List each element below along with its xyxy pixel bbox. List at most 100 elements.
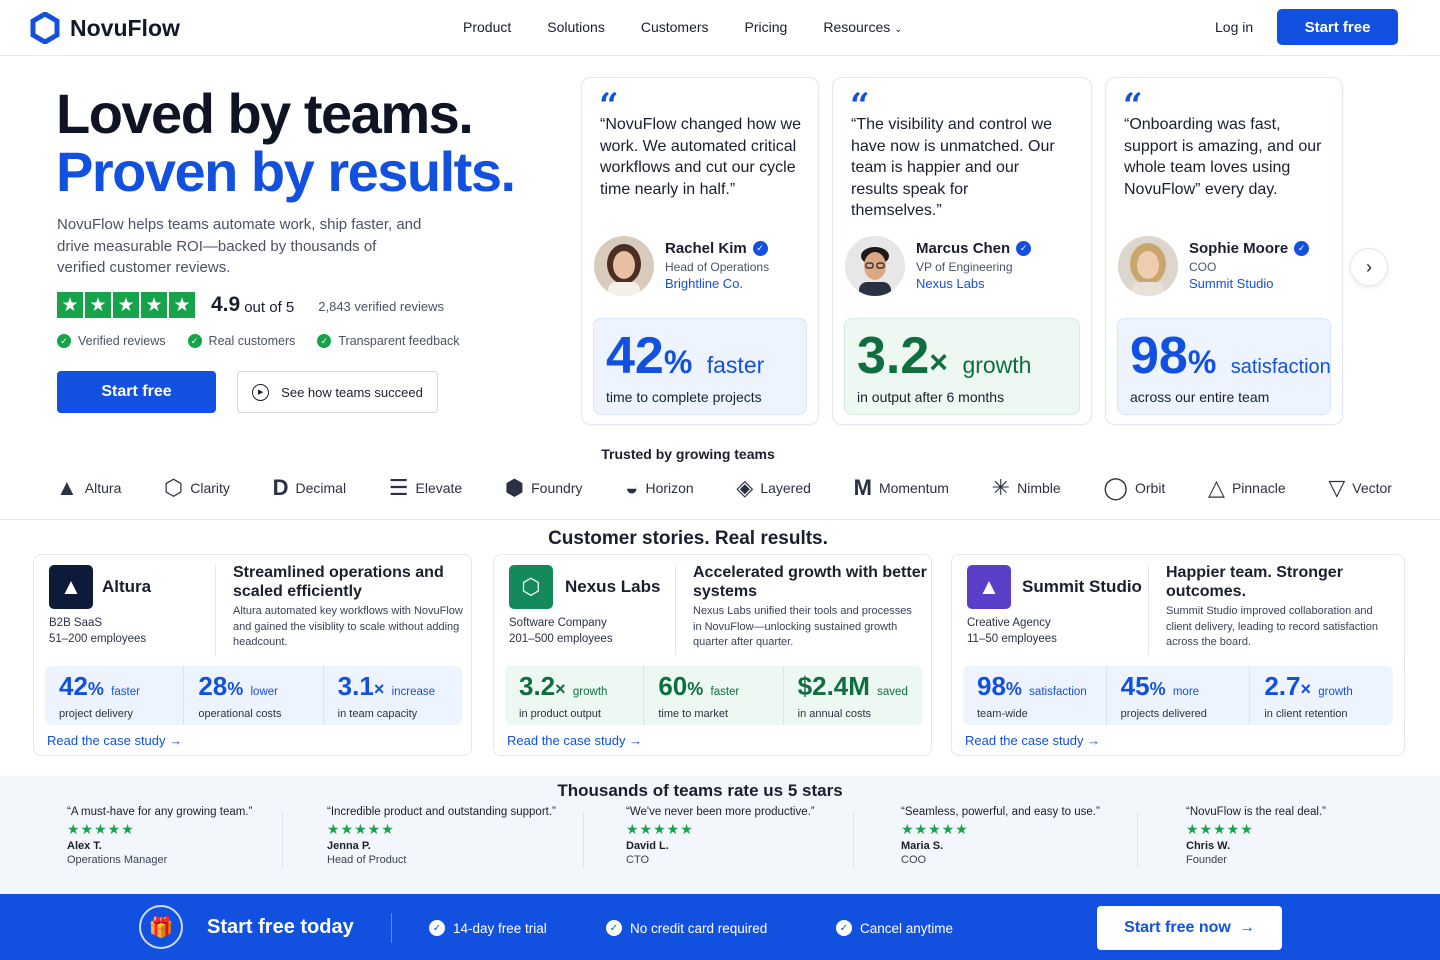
- nav-resources[interactable]: Resources ⌄: [823, 19, 902, 35]
- stat-label: in team capacity: [337, 708, 418, 720]
- five-star-icon: ★★★★★: [327, 821, 395, 837]
- nav-product[interactable]: Product: [463, 19, 511, 35]
- cta-feature: ✓ No credit card required: [606, 920, 767, 936]
- hero-start-free-button[interactable]: Start free: [57, 371, 216, 413]
- company-industry: B2B SaaS: [49, 617, 103, 629]
- nav-pricing[interactable]: Pricing: [745, 19, 788, 35]
- logo-altura: ▲ Altura: [56, 476, 121, 500]
- stat-unit: %: [227, 679, 244, 699]
- gift-icon: 🎁: [139, 905, 183, 949]
- testimonial-quote: “The visibility and control we have now …: [851, 116, 1055, 219]
- verified-badge-icon: ✓: [752, 241, 768, 256]
- cta-divider: [391, 913, 392, 943]
- review-divider: [583, 812, 584, 868]
- case-stat: 98% satisfaction team-wide: [963, 666, 1107, 725]
- review-item: “NovuFlow is the real deal.” ★★★★★ Chris…: [1186, 806, 1326, 866]
- logo-label: Nimble: [1017, 480, 1061, 496]
- cta-feature-label: 14-day free trial: [453, 920, 547, 936]
- layers-icon: ◈: [736, 475, 754, 500]
- company-meta: Creative Agency 11–50 employees: [967, 615, 1057, 647]
- testimonial-card: “ “NovuFlow changed how we work. We auto…: [581, 77, 819, 425]
- nav-start-free-button[interactable]: Start free: [1277, 9, 1398, 45]
- login-link[interactable]: Log in: [1215, 19, 1253, 35]
- stat-label: projects delivered: [1120, 708, 1207, 720]
- reviews-title: Thousands of teams rate us 5 stars: [557, 781, 843, 800]
- stat-word: satisfaction: [1230, 356, 1331, 378]
- nav-customers[interactable]: Customers: [641, 19, 709, 35]
- testimonial-stat: 3.2× growth in output after 6 months: [844, 318, 1080, 415]
- avatar: [594, 236, 654, 296]
- stat-word: faster: [710, 686, 740, 698]
- stat-value: 42: [59, 671, 88, 701]
- company-size: 201–500 employees: [509, 633, 613, 645]
- stat-unit: %: [663, 344, 693, 380]
- vector-icon: ▽: [1328, 475, 1346, 500]
- chevron-down-icon: ⌄: [894, 24, 903, 35]
- stat-label: team-wide: [977, 708, 1028, 720]
- stat-value: 98: [1130, 327, 1188, 385]
- review-name: David L.: [626, 840, 669, 852]
- logo-label: Orbit: [1134, 480, 1166, 496]
- read-case-study-link[interactable]: Read the case study →: [965, 733, 1100, 748]
- see-how-teams-succeed-button[interactable]: ▶ See how teams succeed: [237, 371, 438, 413]
- logo-clarity: ⬡ Clarity: [164, 476, 230, 500]
- logo-label: Altura: [84, 480, 122, 496]
- testimonial-card: “ “Onboarding was fast, support is amazi…: [1105, 77, 1343, 425]
- check-real-customers: ✓ Real customers: [187, 334, 295, 348]
- stat-value: 2.7: [1264, 671, 1301, 701]
- stat-label: operational costs: [198, 708, 282, 720]
- case-stat: 42% faster project delivery: [45, 666, 185, 725]
- hexagon-logo-icon: [30, 12, 60, 44]
- button-label: Start free now: [1124, 919, 1231, 936]
- brand-logo[interactable]: NovuFlow: [30, 12, 180, 44]
- review-quote: “A must-have for any growing team.”: [67, 806, 253, 818]
- stat-value: 3.1: [337, 671, 374, 701]
- rating-of: out of 5: [244, 298, 295, 316]
- company-name: Summit Studio: [1022, 577, 1142, 596]
- hexagon-icon: ⬢: [504, 475, 525, 500]
- stat-label: across our entire team: [1130, 389, 1270, 405]
- stat-word: growth: [962, 352, 1032, 378]
- stat-word: growth: [1318, 686, 1353, 698]
- case-headline: Accelerated growth with better systems: [693, 564, 927, 600]
- cta-feature: ✓ 14-day free trial: [429, 920, 547, 936]
- logo-momentum: M Momentum: [854, 476, 949, 500]
- testimonial-card: “ “The visibility and control we have no…: [832, 77, 1092, 425]
- review-item: “We've never been more productive.” ★★★★…: [626, 806, 815, 866]
- testimonial-company[interactable]: Brightline Co.: [665, 276, 743, 291]
- logo-label: Vector: [1352, 480, 1392, 496]
- review-item: “Seamless, powerful, and easy to use.” ★…: [901, 806, 1100, 866]
- arrow-right-icon: →: [629, 733, 643, 748]
- case-headline: Happier team. Stronger outcomes.: [1166, 564, 1343, 600]
- read-case-study-link[interactable]: Read the case study →: [47, 733, 182, 748]
- check-verified-reviews: ✓ Verified reviews: [57, 334, 166, 348]
- testimonial-company[interactable]: Summit Studio: [1189, 276, 1274, 291]
- read-case-study-link[interactable]: Read the case study →: [507, 733, 642, 748]
- stat-word: more: [1172, 686, 1200, 698]
- stat-label: time to complete projects: [606, 389, 762, 405]
- review-role: Operations Manager: [67, 854, 168, 866]
- stat-unit: %: [1149, 679, 1166, 699]
- carousel-next-button[interactable]: ›: [1350, 248, 1388, 286]
- case-stat: 3.1× increase in team capacity: [324, 666, 462, 725]
- card-divider: [215, 565, 216, 655]
- nav-solutions[interactable]: Solutions: [547, 19, 605, 35]
- case-study-card: ⬡ Nexus Labs Software Company 201–500 emp…: [493, 554, 932, 756]
- testimonial-stat: 42% faster time to complete projects: [593, 318, 807, 415]
- case-description: Nexus Labs unified their tools and proce…: [693, 605, 912, 648]
- case-stat: 3.2× growth in product output: [505, 666, 645, 725]
- chevron-right-icon: ›: [1366, 256, 1372, 277]
- review-role: Founder: [1186, 854, 1227, 866]
- start-free-now-button[interactable]: Start free now →: [1097, 906, 1282, 950]
- review-item: “A must-have for any growing team.” ★★★★…: [67, 806, 252, 866]
- company-logo-triangle-icon: ▲: [967, 565, 1011, 609]
- review-quote: “We've never been more productive.”: [626, 806, 815, 818]
- testimonial-company[interactable]: Nexus Labs: [916, 276, 985, 291]
- stat-word: satisfaction: [1029, 686, 1087, 698]
- check-circle-icon: ✓: [429, 920, 445, 936]
- card-divider: [675, 565, 676, 655]
- company-size: 11–50 employees: [967, 633, 1057, 645]
- company-name: Altura: [102, 577, 152, 596]
- stat-word: saved: [877, 686, 908, 698]
- logo-label: Foundry: [531, 480, 583, 496]
